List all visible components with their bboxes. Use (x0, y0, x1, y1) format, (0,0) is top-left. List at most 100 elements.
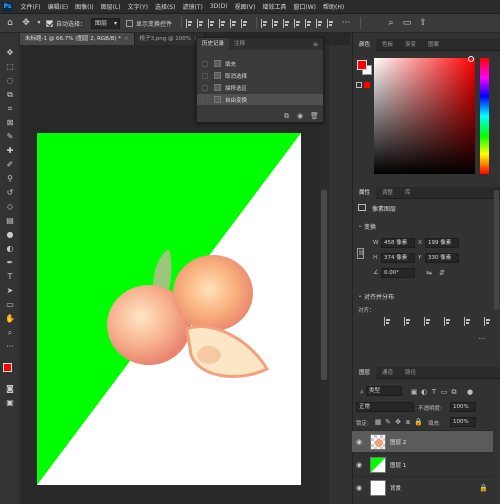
document-canvas[interactable] (37, 133, 301, 485)
more-options-icon[interactable]: ··· (478, 335, 486, 343)
tab-untitled-1[interactable]: 未标题-1 @ 66.7% (图层 2, RGB/8) * × (20, 33, 135, 45)
distribute-left-icon[interactable] (294, 18, 301, 28)
tab-channels[interactable]: 通道 (376, 367, 399, 379)
tab-paths[interactable]: 路径 (399, 367, 422, 379)
menu-filter[interactable]: 滤镜(T) (179, 2, 206, 11)
camera-icon[interactable]: ◉ (297, 112, 304, 120)
filter-adjustment-icon[interactable]: ◐ (420, 388, 428, 396)
eraser-tool-icon[interactable]: ◇ (3, 201, 17, 213)
type-tool-icon[interactable]: T (3, 271, 17, 283)
marquee-tool-icon[interactable]: ⬚ (3, 61, 17, 73)
share-icon[interactable]: ⇪ (417, 17, 429, 29)
path-select-tool-icon[interactable]: ➤ (3, 285, 17, 297)
vertical-scrollbar-thumb[interactable] (321, 190, 327, 380)
show-transform-checkbox[interactable] (126, 19, 134, 27)
menu-image[interactable]: 图像(I) (72, 2, 97, 11)
align-bottom-icon[interactable] (484, 317, 491, 326)
auto-select-checkbox[interactable] (46, 19, 53, 27)
zoom-tool-icon[interactable]: ⌕ (3, 327, 17, 339)
align-middle-icon[interactable] (230, 18, 237, 28)
layer-row-background[interactable]: ◉ 背景 🔒 (352, 476, 493, 498)
tab-properties[interactable]: 属性 (353, 186, 377, 199)
menu-type[interactable]: 文字(Y) (124, 2, 151, 11)
lock-image-icon[interactable]: ✎ (384, 418, 392, 426)
align-top-icon[interactable] (219, 18, 226, 28)
eye-icon[interactable]: ◉ (352, 438, 366, 446)
history-state-checkbox[interactable] (202, 72, 208, 79)
history-state-checkbox[interactable] (202, 60, 208, 67)
search-icon[interactable]: ⌕ (358, 388, 366, 396)
history-item[interactable]: 取消选择 (197, 70, 323, 81)
tab-swatches[interactable]: 色板 (376, 39, 399, 51)
align-center-icon[interactable] (404, 317, 411, 326)
history-item-active[interactable]: 自由变换 (197, 94, 323, 105)
history-item[interactable]: 描移选区 (197, 82, 323, 93)
menu-select[interactable]: 选择(S) (151, 2, 179, 11)
gradient-tool-icon[interactable]: ▤ (3, 215, 17, 227)
hue-slider[interactable] (480, 58, 489, 174)
filter-shape-icon[interactable]: ▭ (440, 388, 448, 396)
distribute-right-icon[interactable] (316, 18, 323, 28)
y-field[interactable]: 330 像素 (425, 253, 459, 263)
menu-3d[interactable]: 3D(D) (206, 3, 231, 10)
align-right-icon[interactable] (208, 18, 215, 28)
color-field-cursor[interactable] (468, 56, 474, 62)
chevron-down-icon[interactable]: ⌄ (356, 292, 364, 300)
align-bottom-icon[interactable] (241, 18, 248, 28)
tab-peach-3[interactable]: 桃子3.png @ 100%× (134, 33, 205, 45)
move-tool-icon[interactable]: ✥ (20, 17, 32, 29)
menu-help[interactable]: 帮助(H) (320, 2, 348, 11)
more-options-icon[interactable]: ··· (340, 17, 352, 29)
align-right-icon[interactable] (424, 317, 431, 326)
tab-layers[interactable]: 图层 (353, 366, 377, 379)
clone-stamp-tool-icon[interactable]: ⚲ (3, 173, 17, 185)
layer-row-layer-1[interactable]: ◉ 图层 1 (352, 453, 493, 475)
history-state-checkbox[interactable] (202, 96, 208, 103)
menu-file[interactable]: 文件(F) (17, 2, 44, 11)
fill-field[interactable]: 100% (450, 417, 476, 427)
menu-view[interactable]: 视图(V) (231, 2, 259, 11)
web-safe-icon[interactable] (364, 82, 370, 88)
history-item[interactable]: 填充 (197, 58, 323, 69)
tab-adjustments[interactable]: 调整 (376, 187, 399, 199)
align-top-icon[interactable] (444, 317, 451, 326)
layer-row-layer-2[interactable]: ◉ 图层 2 (352, 430, 493, 452)
chevron-down-icon[interactable]: ⌄ (356, 222, 364, 230)
align-left-icon[interactable] (186, 18, 193, 28)
height-field[interactable]: 374 像素 (381, 253, 415, 263)
tab-notes[interactable]: 注释 (229, 38, 250, 50)
brush-tool-icon[interactable]: ✐ (3, 159, 17, 171)
flip-horizontal-icon[interactable]: ⇋ (425, 269, 433, 277)
new-document-from-state-icon[interactable]: ⧉ (284, 112, 291, 120)
close-icon[interactable]: × (124, 36, 129, 42)
lock-artboard-icon[interactable]: ⧈ (404, 418, 412, 426)
search-icon[interactable]: ⌕ (385, 17, 397, 29)
auto-select-dropdown[interactable]: 图层 (91, 17, 121, 29)
blur-tool-icon[interactable]: ● (3, 229, 17, 241)
home-icon[interactable]: ⌂ (4, 17, 16, 29)
distribute-middle-icon[interactable] (272, 18, 279, 28)
lock-all-icon[interactable]: 🔒 (414, 418, 423, 426)
history-brush-tool-icon[interactable]: ↺ (3, 187, 17, 199)
align-center-icon[interactable] (197, 18, 204, 28)
eyedropper-tool-icon[interactable]: ✎ (3, 131, 17, 143)
menu-window[interactable]: 窗口(W) (290, 2, 320, 11)
properties-scrollbar[interactable] (494, 190, 499, 310)
tab-gradients[interactable]: 渐变 (399, 39, 422, 51)
lock-transparent-icon[interactable]: ▦ (374, 418, 382, 426)
tab-history[interactable]: 历史记录 (197, 38, 230, 50)
foreground-color-swatch[interactable] (3, 363, 12, 372)
filter-type-icon[interactable]: T (430, 388, 438, 396)
distribute-top-icon[interactable] (261, 18, 268, 28)
color-field[interactable] (374, 58, 475, 174)
tab-libraries[interactable]: 库 (399, 187, 417, 199)
flip-vertical-icon[interactable]: ⇵ (438, 269, 446, 277)
menu-plugins[interactable]: 增效工具 (259, 2, 290, 11)
screen-mode-icon[interactable]: ▣ (3, 397, 17, 409)
workspace-icon[interactable]: ▭ (401, 17, 413, 29)
link-icon[interactable]: ⛓ (357, 248, 364, 259)
opacity-field[interactable]: 100% (450, 402, 476, 412)
lock-position-icon[interactable]: ✥ (394, 418, 402, 426)
lasso-tool-icon[interactable]: ◌ (3, 75, 17, 87)
object-select-tool-icon[interactable]: ⧉ (3, 89, 17, 101)
